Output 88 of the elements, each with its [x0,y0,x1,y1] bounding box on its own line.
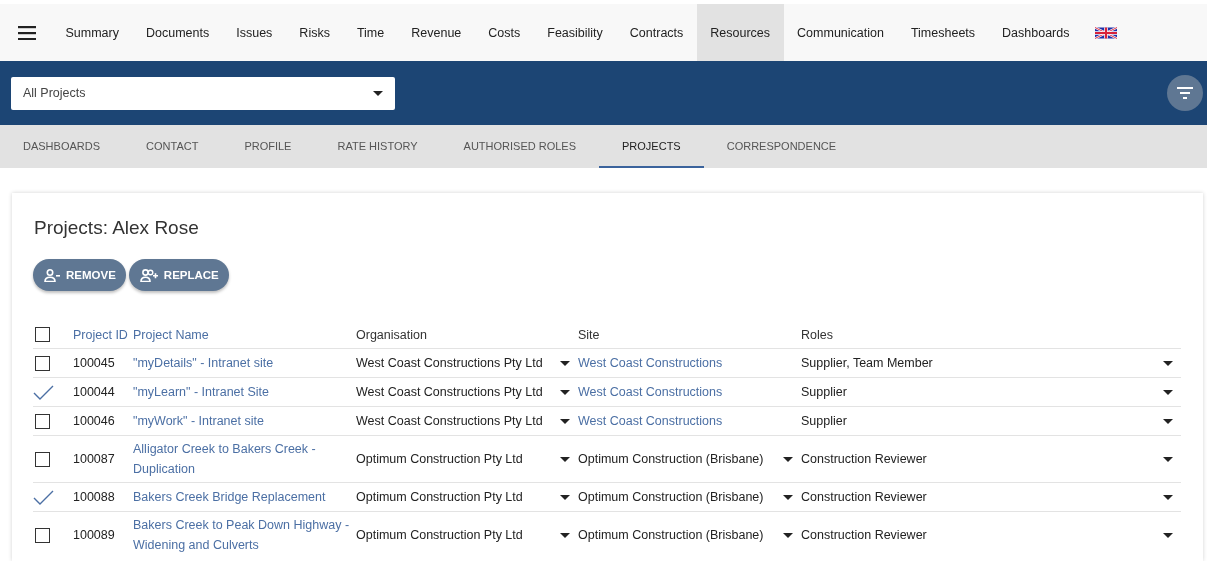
project-id: 100045 [73,356,115,370]
project-id: 100088 [73,490,115,504]
roles-select[interactable]: Supplier, Team Member [801,353,1181,373]
organisation-select[interactable]: West Coast Constructions Pty Ltd [356,411,578,431]
row-checkbox[interactable] [35,413,50,429]
caret-icon [783,532,793,538]
select-all-checkbox[interactable] [35,327,50,342]
nav-tab[interactable]: Documents [132,4,223,61]
section-tab[interactable]: RATE HISTORY [314,125,441,168]
project-link[interactable]: "myWork" - Intranet site [133,411,264,431]
caret-icon [560,360,570,366]
nav-tab[interactable]: Summary [52,4,133,61]
section-tab[interactable]: CORRESPONDENCE [703,125,860,168]
nav-tab[interactable]: Timesheets [897,4,989,61]
nav-tab[interactable]: Revenue [397,4,475,61]
column-header[interactable]: Project Name [133,327,209,342]
person-minus-icon [44,268,61,282]
caret-icon [560,494,570,500]
project-link[interactable]: Bakers Creek to Peak Down Highway - Widening and Culverts [133,515,356,555]
site-link[interactable]: West Coast Constructions [578,414,723,428]
site-link[interactable]: West Coast Constructions [578,385,723,399]
row-checkbox[interactable] [35,527,50,543]
menu-icon[interactable] [18,25,36,40]
section-tab[interactable]: PROFILE [221,125,315,168]
caret-icon [1163,360,1173,366]
nav-tab[interactable]: Feasibility [533,4,617,61]
filter-icon [1177,87,1193,99]
remove-button[interactable]: REMOVE [33,259,126,291]
project-link[interactable]: "myDetails" - Intranet site [133,353,274,373]
caret-icon [560,418,570,424]
roles-select[interactable]: Supplier [801,411,1181,431]
column-header[interactable]: Project ID [73,327,128,342]
section-tab[interactable]: AUTHORISED ROLES [440,125,599,168]
project-link[interactable]: Alligator Creek to Bakers Creek - Duplication [133,439,356,479]
roles-select[interactable]: Construction Reviewer [801,487,1181,507]
nav-tab[interactable]: Dashboards [988,4,1083,61]
filter-button[interactable] [1167,75,1203,111]
nav-tab[interactable]: Issues [222,4,286,61]
column-header: Roles [801,327,833,342]
roles-select[interactable]: Construction Reviewer [801,449,1181,469]
caret-icon [1163,389,1173,395]
caret-icon [560,389,570,395]
site-select[interactable]: Optimum Construction (Brisbane) [578,525,801,545]
caret-icon [783,456,793,462]
caret-icon [1163,418,1173,424]
row-checkbox[interactable] [35,355,50,371]
row-checkbox[interactable] [33,384,54,400]
project-select[interactable]: All Projects [11,76,395,110]
project-id: 100046 [73,414,115,428]
column-header: Organisation [356,327,427,342]
section-tab[interactable]: PROJECTS [599,125,704,168]
site-link[interactable]: West Coast Constructions [578,356,723,370]
card-title: Projects: Alex Rose [34,217,199,239]
nav-tab[interactable]: Resources [696,4,784,61]
caret-icon [560,456,570,462]
project-link[interactable]: Bakers Creek Bridge Replacement [133,487,326,507]
nav-tab[interactable]: Risks [285,4,344,61]
site-select[interactable]: Optimum Construction (Brisbane) [578,487,801,507]
people-plus-icon [139,268,159,282]
site-select[interactable]: Optimum Construction (Brisbane) [578,449,801,469]
organisation-select[interactable]: Optimum Construction Pty Ltd [356,449,578,469]
project-id: 100044 [73,385,115,399]
nav-tab[interactable]: Contracts [616,4,697,61]
caret-icon [560,532,570,538]
replace-button[interactable]: REPLACE [128,259,229,291]
roles-select[interactable]: Construction Reviewer [801,525,1181,545]
project-id: 100089 [73,528,115,542]
caret-icon [1163,494,1173,500]
nav-tab[interactable]: Time [343,4,398,61]
project-id: 100087 [73,452,115,466]
roles-select[interactable]: Supplier [801,382,1181,402]
caret-icon [1163,456,1173,462]
column-header: Site [578,327,600,342]
nav-tab[interactable]: Communication [783,4,898,61]
organisation-select[interactable]: West Coast Constructions Pty Ltd [356,382,578,402]
flag-icon[interactable] [1095,25,1117,40]
project-link[interactable]: "myLearn" - Intranet Site [133,382,270,402]
caret-icon [1163,532,1173,538]
section-tab[interactable]: CONTACT [123,125,222,168]
row-checkbox[interactable] [33,489,54,505]
caret-icon [783,494,793,500]
caret-icon [373,90,383,96]
organisation-select[interactable]: Optimum Construction Pty Ltd [356,487,578,507]
organisation-select[interactable]: West Coast Constructions Pty Ltd [356,353,578,373]
nav-tab[interactable]: Costs [474,4,534,61]
section-tab[interactable]: DASHBOARDS [0,125,124,168]
row-checkbox[interactable] [35,451,50,467]
organisation-select[interactable]: Optimum Construction Pty Ltd [356,525,578,545]
